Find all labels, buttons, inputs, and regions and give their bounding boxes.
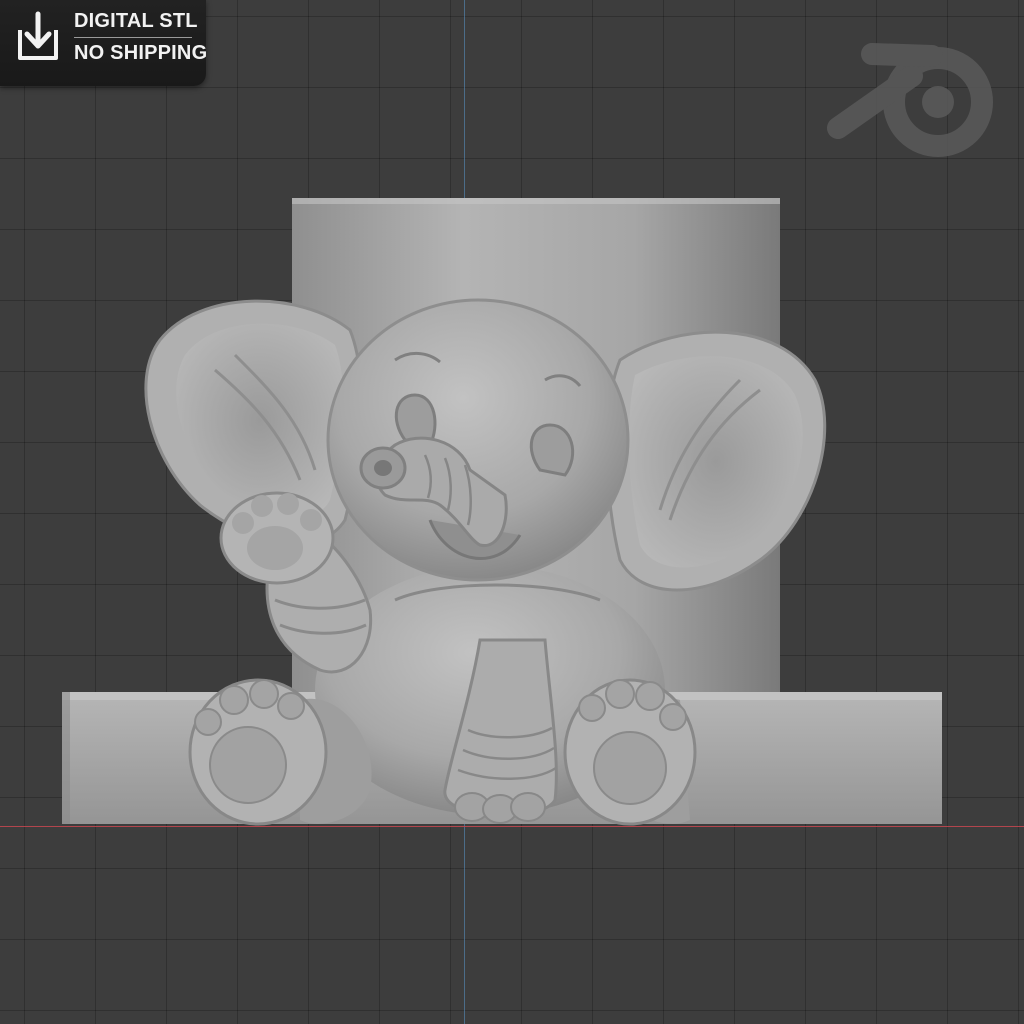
download-icon [18,11,58,60]
blender-logo-icon [827,43,993,157]
right-ear [605,330,827,592]
badge-line-2: NO SHIPPING [74,42,208,64]
right-foot [563,678,697,826]
3d-viewport[interactable]: DIGITAL STL NO SHIPPING [0,0,1024,1024]
digital-stl-badge: DIGITAL STL NO SHIPPING [0,0,208,86]
badge-divider [74,37,192,38]
badge-line-1: DIGITAL STL [74,10,198,32]
